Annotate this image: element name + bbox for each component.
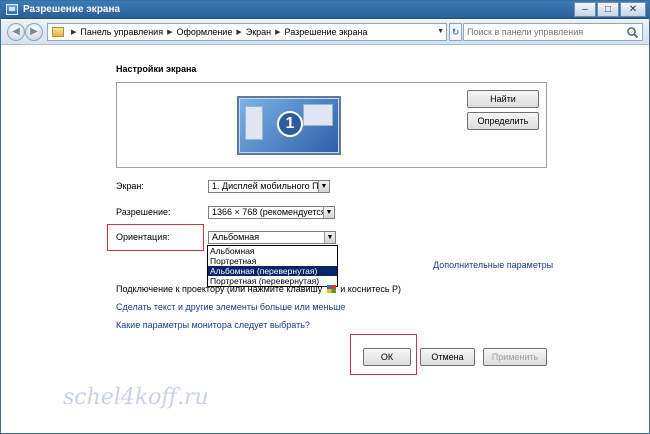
title-bar[interactable]: Разрешение экрана – □ ✕: [1, 1, 649, 19]
breadcrumb-item-control-panel[interactable]: Панель управления: [80, 27, 163, 37]
maximize-button[interactable]: □: [597, 2, 619, 17]
refresh-button[interactable]: ↻: [449, 23, 462, 41]
breadcrumb[interactable]: ▶ Панель управления ▶ Оформление ▶ Экран…: [47, 23, 447, 41]
orientation-option-portrait[interactable]: Портретная: [208, 256, 337, 266]
breadcrumb-item-screen-resolution[interactable]: Разрешение экрана: [285, 27, 368, 37]
text-size-link[interactable]: Сделать текст и другие элементы больше и…: [116, 302, 345, 312]
find-button[interactable]: Найти: [467, 90, 539, 108]
screen-select-value: 1. Дисплей мобильного ПК: [212, 181, 324, 191]
close-button[interactable]: ✕: [620, 2, 646, 17]
windows-key-icon: [326, 285, 336, 293]
cancel-button[interactable]: Отмена: [420, 348, 475, 366]
watermark: schel4koff.ru: [63, 385, 209, 410]
detect-button[interactable]: Определить: [467, 112, 539, 130]
chevron-down-icon[interactable]: ▼: [318, 181, 329, 192]
control-panel-folder-icon: [52, 27, 64, 37]
resolution-select[interactable]: 1366 × 768 (рекомендуется) ▼: [208, 206, 335, 219]
projector-text-end[interactable]: и коснитесь P): [340, 284, 401, 294]
monitor-help-link[interactable]: Какие параметры монитора следует выбрать…: [116, 320, 310, 330]
display-settings-app-icon: [6, 4, 18, 15]
ok-highlight-box: [350, 334, 417, 375]
resolution-label: Разрешение:: [116, 207, 171, 217]
window-title: Разрешение экрана: [23, 4, 121, 15]
forward-button[interactable]: ▶: [25, 23, 43, 41]
back-button[interactable]: ◀: [7, 23, 25, 41]
projector-text-start[interactable]: Подключение к проектору (или нажмите кла…: [116, 284, 322, 294]
address-dropdown-icon[interactable]: ▼: [437, 28, 444, 35]
monitor-1-preview[interactable]: 1: [237, 96, 341, 155]
preview-window-decoration: [303, 104, 333, 126]
search-box[interactable]: [463, 23, 643, 41]
monitor-preview-panel: 1 Найти Определить: [116, 82, 547, 168]
resolution-select-value: 1366 × 768 (рекомендуется): [212, 207, 329, 217]
search-icon[interactable]: [626, 26, 639, 39]
orientation-select-value: Альбомная: [212, 232, 260, 242]
address-bar: ◀ ▶ ▶ Панель управления ▶ Оформление ▶ Э…: [1, 20, 649, 45]
window-controls: – □ ✕: [573, 2, 646, 17]
chevron-down-icon[interactable]: ▼: [324, 232, 335, 243]
breadcrumb-separator-icon[interactable]: ▶: [236, 28, 241, 36]
advanced-settings-link[interactable]: Дополнительные параметры: [433, 260, 553, 270]
orientation-dropdown-list: Альбомная Портретная Альбомная (переверн…: [207, 245, 338, 287]
breadcrumb-item-appearance[interactable]: Оформление: [176, 27, 232, 37]
breadcrumb-separator-icon[interactable]: ▶: [167, 28, 172, 36]
apply-button[interactable]: Применить: [483, 348, 547, 366]
page-heading: Настройки экрана: [116, 64, 197, 74]
orientation-option-landscape-flipped[interactable]: Альбомная (перевернутая): [208, 266, 337, 276]
orientation-option-landscape[interactable]: Альбомная: [208, 246, 337, 256]
minimize-button[interactable]: –: [574, 2, 596, 17]
breadcrumb-item-display[interactable]: Экран: [246, 27, 271, 37]
screen-select[interactable]: 1. Дисплей мобильного ПК ▼: [208, 180, 330, 193]
breadcrumb-separator-icon[interactable]: ▶: [275, 28, 280, 36]
chevron-down-icon[interactable]: ▼: [323, 207, 334, 218]
screen-label: Экран:: [116, 181, 144, 191]
orientation-select[interactable]: Альбомная ▼: [208, 231, 336, 244]
breadcrumb-separator-icon[interactable]: ▶: [71, 28, 76, 36]
search-input[interactable]: [467, 26, 617, 38]
projector-text[interactable]: Подключение к проектору (или нажмите кла…: [116, 284, 401, 294]
orientation-highlight-box: [107, 224, 204, 251]
window: Разрешение экрана – □ ✕ ◀ ▶ ▶ Панель упр…: [0, 0, 650, 434]
preview-window-decoration: [245, 106, 263, 140]
monitor-number-badge: 1: [277, 111, 303, 137]
